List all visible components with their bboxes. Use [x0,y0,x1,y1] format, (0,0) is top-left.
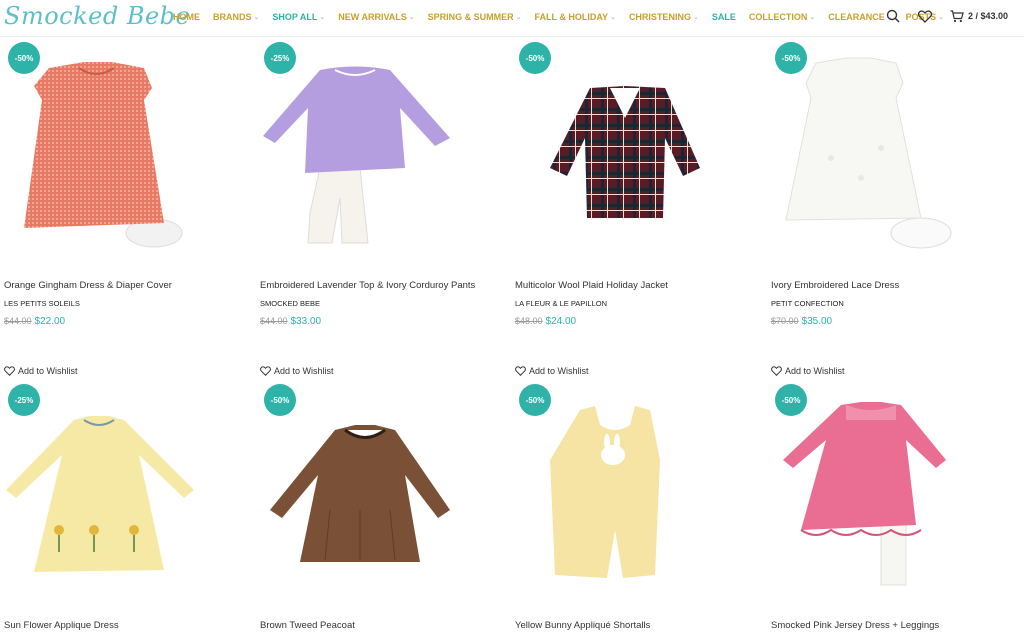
discount-badge: -25% [264,42,296,74]
heart-icon [4,366,15,376]
product-card[interactable]: -50% Multicolor Wool Plaid Holiday Jacke… [515,38,755,338]
wishlist-label: Add to Wishlist [18,366,78,376]
nav-spring-summer-label: SPRING & SUMMER [427,12,514,22]
original-price: $48.00 [515,316,543,326]
discount-badge: -50% [264,384,296,416]
header-actions: 2 / $43.00 [868,9,1008,23]
heart-icon [771,366,782,376]
discount-badge: -50% [775,384,807,416]
product-brand: PETIT CONFECTION [771,299,844,308]
product-image[interactable]: -50% [515,38,755,258]
wishlist-label: Add to Wishlist [529,366,589,376]
product-image[interactable]: -25% [260,38,500,258]
product-name[interactable]: Ivory Embroidered Lace Dress [771,280,899,291]
chevron-down-icon: ⌄ [610,14,616,21]
chevron-down-icon: ⌄ [319,14,326,21]
nav-christening-label: CHRISTENING [628,12,691,22]
heart-icon [260,366,271,376]
chevron-down-icon: ⌄ [692,14,699,21]
nav-home[interactable]: HOME [173,12,200,22]
add-to-wishlist-button[interactable]: Add to Wishlist [260,366,334,376]
sale-price: $33.00 [290,316,322,327]
discount-badge: -50% [519,42,551,74]
heart-icon [515,366,526,376]
nav-home-label: HOME [173,12,200,22]
nav-fall-holiday-label: FALL & HOLIDAY [534,12,609,22]
product-price: $44.00 $33.00 [260,316,321,327]
product-name[interactable]: Yellow Bunny Appliqué Shortalls [515,620,650,631]
product-name[interactable]: Multicolor Wool Plaid Holiday Jacket [515,280,668,291]
chevron-down-icon: ⌄ [809,14,816,21]
sale-price: $24.00 [545,316,577,327]
nav-fall-holiday[interactable]: FALL & HOLIDAY ⌄ [535,12,616,22]
chevron-down-icon: ⌄ [408,14,415,21]
main-nav: HOME BRANDS ⌄ SHOP ALL ⌄ NEW ARRIVALS ⌄ SPR… [173,12,957,22]
nav-shop-all-label: SHOP ALL [272,12,318,22]
product-image[interactable]: -25% [4,380,244,600]
product-brand: LA FLEUR & LE PAPILLON [515,299,607,308]
product-card[interactable]: -50% Ivory Embroidered Lace Dress PETIT … [771,38,1011,338]
product-price: $70.00 $35.00 [771,316,832,327]
nav-collection-label: COLLECTION [748,12,808,22]
original-price: $44.00 [4,316,32,326]
chevron-down-icon: ⌄ [253,14,260,21]
product-name[interactable]: Brown Tweed Peacoat [260,620,355,631]
nav-spring-summer[interactable]: SPRING & SUMMER ⌄ [428,12,522,22]
sale-price: $35.00 [801,316,833,327]
product-name[interactable]: Embroidered Lavender Top & Ivory Corduro… [260,280,475,291]
product-name[interactable]: Orange Gingham Dress & Diaper Cover [4,280,172,291]
wishlist-label: Add to Wishlist [274,366,334,376]
cart-total: 2 / $43.00 [967,11,1008,21]
product-image[interactable]: -50% [4,38,244,258]
original-price: $70.00 [771,316,799,326]
nav-sale[interactable]: SALE [712,12,736,22]
product-card[interactable]: -50% Smocked Pink Jersey Dress + Legging… [771,380,1011,640]
nav-sale-label: SALE [711,12,736,22]
product-card[interactable]: -50% Orange Gingham Dress & Diaper Cover… [4,38,244,338]
product-name[interactable]: Sun Flower Applique Dress [4,620,119,631]
product-image[interactable]: -50% [260,380,500,600]
product-image[interactable]: -50% [515,380,755,600]
discount-badge: -25% [8,384,40,416]
discount-badge: -50% [8,42,40,74]
product-brand: SMOCKED BEBE [260,299,321,308]
product-card[interactable]: -25% Embroidered Lavender Top & Ivory Co… [260,38,500,338]
original-price: $44.00 [260,316,288,326]
product-name[interactable]: Smocked Pink Jersey Dress + Leggings [771,620,939,631]
product-price: $44.00 $22.00 [4,316,65,327]
nav-christening[interactable]: CHRISTENING ⌄ [629,12,699,22]
nav-new-arrivals[interactable]: NEW ARRIVALS ⌄ [338,12,414,22]
add-to-wishlist-button[interactable]: Add to Wishlist [4,366,78,376]
discount-badge: -50% [775,42,807,74]
nav-shop-all[interactable]: SHOP ALL ⌄ [272,12,325,22]
add-to-wishlist-button[interactable]: Add to Wishlist [771,366,845,376]
product-brand: LES PETITS SOLEILS [4,299,80,308]
wishlist-label: Add to Wishlist [785,366,845,376]
search-icon[interactable] [886,9,900,23]
chevron-down-icon: ⌄ [515,14,522,21]
product-image[interactable]: -50% [771,380,1011,600]
product-card[interactable]: -25% Sun Flower Applique Dress [4,380,244,640]
product-card[interactable]: -50% Brown Tweed Peacoat [260,380,500,640]
heart-icon[interactable] [917,9,932,23]
cart-button[interactable]: 2 / $43.00 [950,9,1008,23]
product-card[interactable]: -50% Yellow Bunny Appliqué Shortalls [515,380,755,640]
nav-new-arrivals-label: NEW ARRIVALS [338,12,407,22]
add-to-wishlist-button[interactable]: Add to Wishlist [515,366,589,376]
sale-price: $22.00 [34,316,66,327]
discount-badge: -50% [519,384,551,416]
cart-icon [950,9,964,22]
site-header: Smocked Bebe HOME BRANDS ⌄ SHOP ALL ⌄ NEW … [0,0,1024,37]
nav-collection[interactable]: COLLECTION ⌄ [749,12,815,22]
nav-brands-label: BRANDS [213,12,252,22]
nav-brands[interactable]: BRANDS ⌄ [213,12,259,22]
product-image[interactable]: -50% [771,38,1011,258]
product-price: $48.00 $24.00 [515,316,576,327]
site-logo[interactable]: Smocked Bebe [4,2,190,30]
